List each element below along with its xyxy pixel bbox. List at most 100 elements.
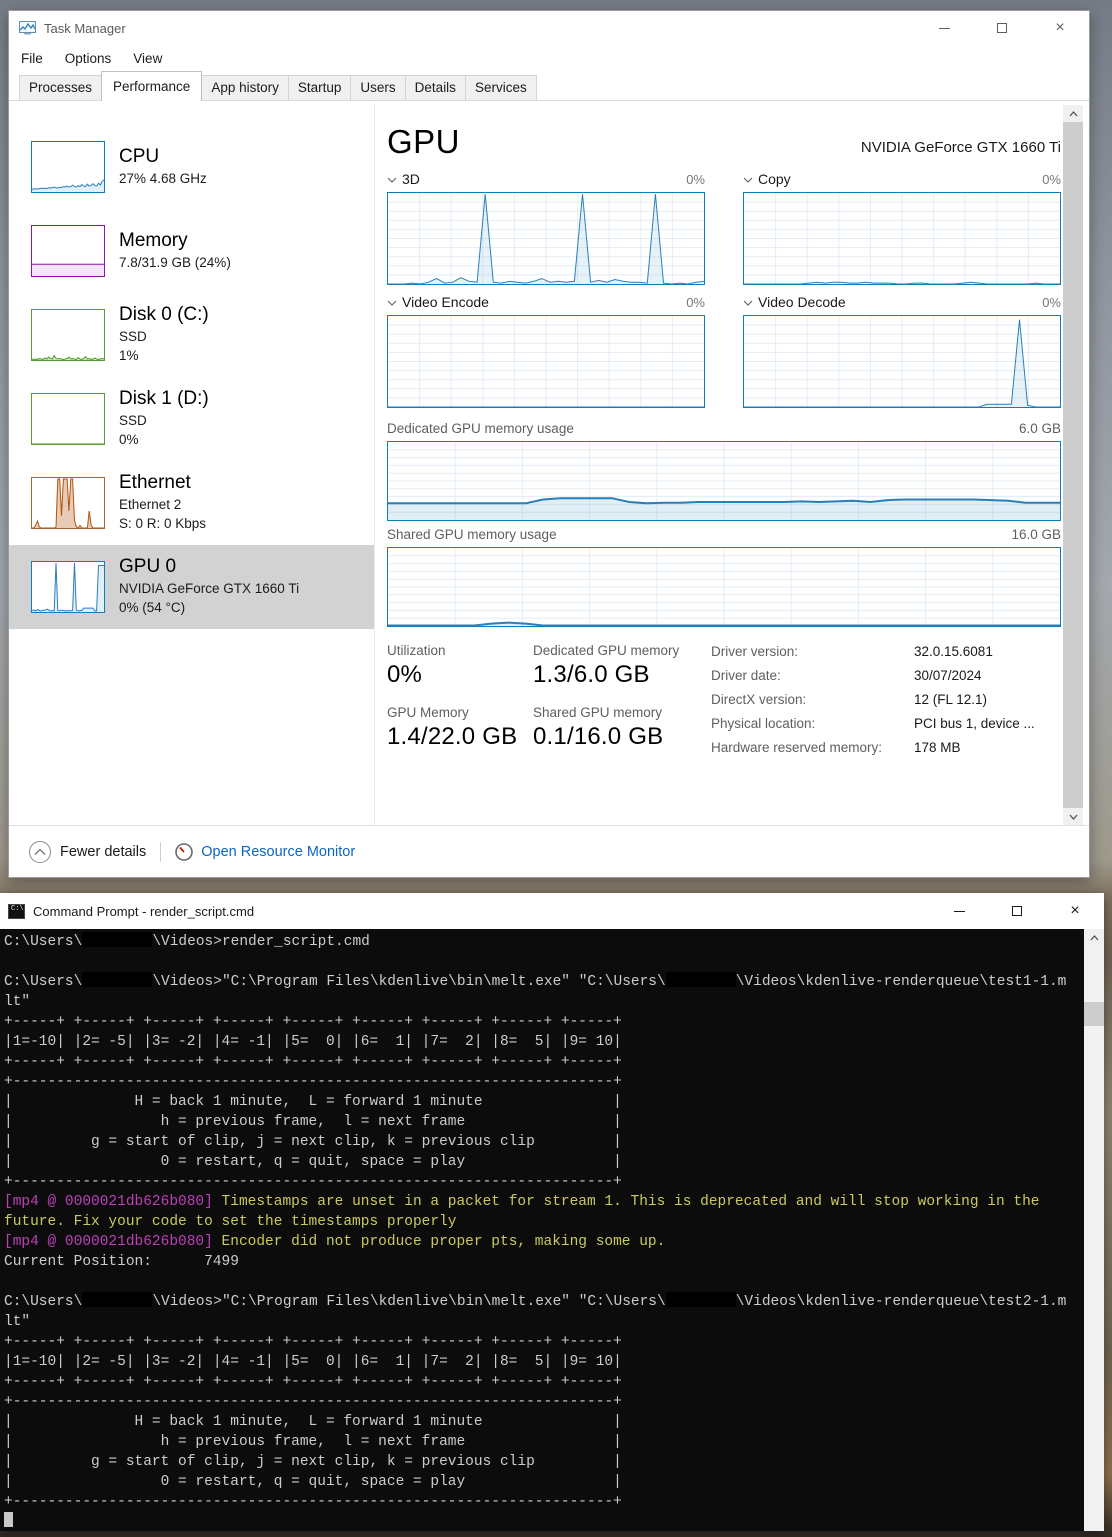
task-manager-titlebar[interactable]: Task Manager × — [9, 11, 1089, 45]
menu-view[interactable]: View — [133, 51, 162, 66]
console-line: +---------------------------------------… — [4, 1394, 622, 1410]
sidebar-item-gpu0[interactable]: GPU 0 NVIDIA GeForce GTX 1660 Ti 0% (54 °C… — [9, 545, 374, 629]
memory-stats: 7.8/31.9 GB (24%) — [119, 254, 231, 270]
minimize-button[interactable] — [915, 11, 973, 45]
window-title: Task Manager — [44, 20, 126, 36]
maximize-button[interactable] — [988, 893, 1046, 929]
console-line: | g = start of clip, j = next clip, k = … — [4, 1454, 622, 1470]
sidebar-item-disk1[interactable]: Disk 1 (D:) SSD 0% — [9, 377, 374, 461]
tab-app-history[interactable]: App history — [201, 75, 289, 100]
gpu-3d-chart — [387, 192, 705, 285]
menu-options[interactable]: Options — [65, 51, 112, 66]
tab-services[interactable]: Services — [464, 75, 537, 100]
console-line: C:\Users\ \Videos>render_script.cmd — [4, 932, 370, 950]
maximize-button[interactable] — [973, 11, 1031, 45]
maximize-icon — [1012, 906, 1022, 916]
menu-bar: File Options View — [9, 45, 1089, 71]
console-line: +---------------------------------------… — [4, 1174, 622, 1190]
close-button[interactable]: × — [1046, 893, 1104, 929]
chevron-up-circle-icon — [29, 840, 51, 863]
tab-details[interactable]: Details — [404, 75, 466, 100]
utilization-value: 0% — [387, 661, 423, 688]
task-manager-footer: Fewer details Open Resource Monitor — [9, 825, 1089, 877]
gpu-memory-label: GPU Memory — [387, 705, 469, 720]
performance-sidebar: CPU 27% 4.68 GHz Memory 7.8/31.9 GB (24%) … — [9, 103, 375, 825]
console-line: [mp4 @ 0000021db626b080] Encoder did not… — [4, 1234, 666, 1250]
console-line: | H = back 1 minute, L = forward 1 minut… — [4, 1094, 622, 1110]
scroll-down-icon[interactable] — [1063, 808, 1083, 825]
console-line: | 0 = restart, q = quit, space = play | — [4, 1474, 622, 1490]
command-prompt-titlebar[interactable]: C:\ Command Prompt - render_script.cmd × — [0, 893, 1104, 929]
gpu-video-decode-chart — [743, 315, 1061, 408]
tab-performance[interactable]: Performance — [101, 71, 203, 101]
dedicated-memory-label: Dedicated GPU memory usage — [387, 421, 574, 436]
detail-directx-version: DirectX version: 12 (FL 12.1) — [711, 692, 988, 707]
dedicated-memory-max: 6.0 GB — [1018, 421, 1061, 436]
sidebar-item-ethernet[interactable]: Ethernet Ethernet 2 S: 0 R: 0 Kbps — [9, 461, 374, 545]
utilization-label: Utilization — [387, 643, 446, 658]
gpu-video-encode-chart — [387, 315, 705, 408]
redacted-username — [82, 932, 153, 947]
tab-processes[interactable]: Processes — [19, 75, 103, 100]
console-scrollbar[interactable] — [1084, 929, 1104, 1531]
ethernet-mini-chart — [31, 477, 105, 529]
maximize-icon — [997, 23, 1007, 33]
cpu-title: CPU — [119, 146, 160, 168]
detail-hardware-reserved-memory: Hardware reserved memory: 178 MB — [711, 740, 961, 755]
footer-divider — [160, 841, 162, 862]
scroll-up-icon[interactable] — [1063, 105, 1083, 122]
disk0-mini-chart — [31, 309, 105, 361]
chevron-down-icon — [743, 294, 753, 310]
chevron-down-icon — [387, 171, 397, 187]
chart-video-decode-value: 0% — [1042, 294, 1061, 310]
console-output[interactable]: C:\Users\ \Videos>render_script.cmd C:\Use… — [0, 929, 1084, 1531]
gpu-device-name: NVIDIA GeForce GTX 1660 Ti — [860, 139, 1061, 156]
scroll-up-icon[interactable] — [1084, 929, 1104, 946]
console-line: future. Fix your code to set the timesta… — [4, 1214, 457, 1230]
fewer-details-button[interactable]: Fewer details — [29, 840, 146, 863]
tab-bar: Processes Performance App history Startu… — [9, 71, 1089, 101]
redacted-username — [82, 1292, 153, 1307]
shared-memory-chart — [387, 547, 1061, 627]
shared-gpu-memory-label: Shared GPU memory — [533, 705, 663, 720]
menu-file[interactable]: File — [21, 51, 43, 66]
task-manager-scrollbar[interactable] — [1063, 105, 1083, 825]
disk1-title: Disk 1 (D:) — [119, 388, 209, 410]
sidebar-item-memory[interactable]: Memory 7.8/31.9 GB (24%) — [9, 209, 374, 293]
dedicated-gpu-memory-value: 1.3/6.0 GB — [533, 661, 650, 688]
console-line: Current Position: 7499 — [4, 1254, 239, 1270]
sidebar-item-cpu[interactable]: CPU 27% 4.68 GHz — [9, 125, 374, 209]
chart-header-3d[interactable]: 3D 0% — [387, 171, 705, 187]
chart-header-copy[interactable]: Copy 0% — [743, 171, 1061, 187]
open-resource-monitor-link[interactable]: Open Resource Monitor — [175, 842, 355, 861]
gpu-memory-value: 1.4/22.0 GB — [387, 723, 518, 750]
dedicated-gpu-memory-label: Dedicated GPU memory — [533, 643, 680, 658]
task-manager-window: Task Manager × File Options View Process… — [8, 10, 1090, 878]
sidebar-item-disk0[interactable]: Disk 0 (C:) SSD 1% — [9, 293, 374, 377]
close-button[interactable]: × — [1031, 11, 1089, 45]
memory-mini-chart — [31, 225, 105, 277]
console-line: +-----+ +-----+ +-----+ +-----+ +-----+ … — [4, 1014, 622, 1030]
redacted-username — [82, 972, 153, 987]
tab-users[interactable]: Users — [350, 75, 406, 100]
scrollbar-thumb[interactable] — [1084, 1002, 1104, 1026]
scrollbar-thumb[interactable] — [1063, 122, 1083, 808]
redacted-username — [665, 1292, 736, 1307]
console-line: | h = previous frame, l = next frame | — [4, 1114, 622, 1130]
console-line: |1=-10| |2= -5| |3= -2| |4= -1| |5= 0| |… — [4, 1354, 622, 1370]
chart-header-video-encode[interactable]: Video Encode 0% — [387, 294, 705, 310]
console-line: lt" — [4, 1314, 31, 1330]
gpu-mini-chart — [31, 561, 105, 613]
detail-physical-location: Physical location: PCI bus 1, device ... — [711, 716, 1035, 731]
detail-driver-date: Driver date: 30/07/2024 — [711, 668, 982, 683]
command-prompt-window: C:\ Command Prompt - render_script.cmd ×… — [0, 893, 1104, 1531]
redacted-username — [665, 972, 736, 987]
cpu-stats: 27% 4.68 GHz — [119, 170, 207, 186]
chart-3d-value: 0% — [686, 171, 705, 187]
console-line: | 0 = restart, q = quit, space = play | — [4, 1154, 622, 1170]
gpu-panel: GPU NVIDIA GeForce GTX 1660 Ti 3D 0% Cop… — [375, 103, 1089, 825]
chart-header-video-decode[interactable]: Video Decode 0% — [743, 294, 1061, 310]
tab-startup[interactable]: Startup — [287, 75, 352, 100]
minimize-button[interactable] — [930, 893, 988, 929]
